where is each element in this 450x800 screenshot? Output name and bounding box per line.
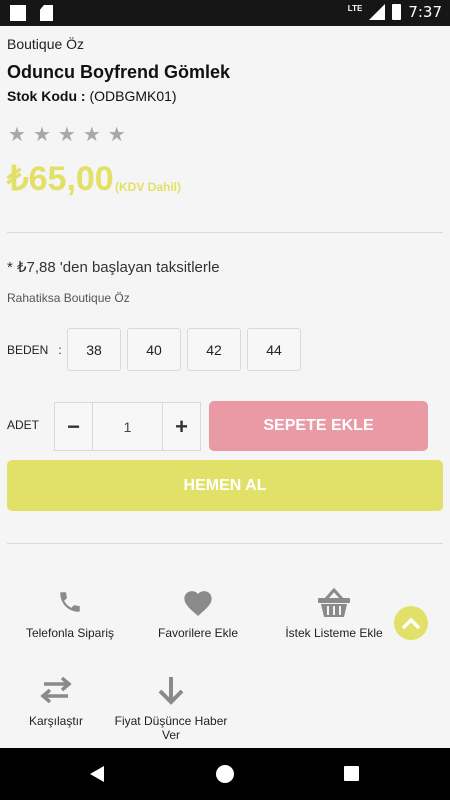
- brand-name[interactable]: Boutique Öz: [7, 36, 84, 52]
- notification-icon: [10, 5, 26, 21]
- product-title: Oduncu Boyfrend Gömlek: [7, 62, 231, 82]
- star-icon: ★: [8, 122, 26, 146]
- compare-arrows-icon: [40, 677, 72, 703]
- star-icon: ★: [107, 122, 126, 146]
- size-option-40[interactable]: 40: [127, 328, 181, 371]
- star-icon: ★: [32, 122, 51, 146]
- size-label: BEDEN :: [7, 343, 62, 357]
- quantity-stepper: − 1 +: [54, 402, 201, 451]
- vat-note: (KDV Dahil): [115, 180, 181, 194]
- phone-icon: [60, 592, 80, 612]
- size-option-44[interactable]: 44: [247, 328, 301, 371]
- action-label: Karşılaştır: [28, 714, 83, 728]
- seller-note: Rahatiksa Boutique Öz: [7, 291, 130, 305]
- system-navigation-bar: [0, 748, 450, 800]
- home-icon[interactable]: [216, 765, 234, 783]
- sd-card-icon: [40, 5, 53, 21]
- price: ₺65,00: [7, 160, 114, 198]
- rating-stars[interactable]: ★ ★ ★ ★ ★: [8, 122, 126, 146]
- action-label: Telefonla Sipariş: [25, 626, 115, 640]
- quantity-input[interactable]: 1: [92, 403, 163, 450]
- action-label: Favorilere Ekle: [157, 626, 239, 640]
- divider: [7, 232, 443, 233]
- phone-order-action[interactable]: Telefonla Sipariş: [14, 582, 126, 640]
- buy-now-button[interactable]: HEMEN AL: [7, 460, 443, 511]
- recent-apps-icon[interactable]: [344, 766, 359, 781]
- quantity-decrease-button[interactable]: −: [55, 403, 92, 450]
- scroll-to-top-button[interactable]: [394, 606, 428, 640]
- star-icon: ★: [82, 122, 101, 146]
- installment-text[interactable]: * ₺7,88 'den başlayan taksitlerle: [7, 258, 220, 276]
- price-alert-action[interactable]: Fiyat Düşünce Haber Ver: [106, 670, 236, 742]
- add-to-cart-button[interactable]: SEPETE EKLE: [209, 401, 428, 451]
- heart-icon: [184, 591, 212, 617]
- basket-icon: [318, 587, 350, 617]
- add-favorite-action[interactable]: Favorilere Ekle: [148, 582, 248, 640]
- action-label: İstek Listeme Ekle: [285, 626, 383, 640]
- status-bar: LTE 7:37: [0, 0, 450, 26]
- clock: 7:37: [408, 3, 442, 21]
- sku: Stok Kodu : (ODBGMK01): [7, 88, 177, 104]
- star-icon: ★: [57, 122, 76, 146]
- action-label: Fiyat Düşünce Haber Ver: [114, 714, 228, 742]
- sku-value: (ODBGMK01): [89, 88, 177, 104]
- quantity-increase-button[interactable]: +: [163, 403, 200, 450]
- signal-icon: [369, 4, 386, 20]
- arrow-down-icon: [158, 677, 184, 705]
- back-icon[interactable]: [90, 766, 104, 782]
- divider: [7, 543, 443, 544]
- compare-action[interactable]: Karşılaştır: [14, 670, 98, 728]
- size-option-38[interactable]: 38: [67, 328, 121, 371]
- product-detail: Boutique Öz Oduncu Boyfrend Gömlek Stok …: [0, 26, 450, 748]
- size-options: 38 40 42 44: [67, 328, 301, 371]
- sku-label: Stok Kodu :: [7, 88, 86, 104]
- add-wishlist-action[interactable]: İstek Listeme Ekle: [278, 582, 390, 640]
- battery-icon: [392, 4, 402, 20]
- quantity-label: ADET: [7, 418, 40, 432]
- chevron-up-icon: [402, 618, 420, 629]
- network-type: LTE: [347, 3, 363, 13]
- size-option-42[interactable]: 42: [187, 328, 241, 371]
